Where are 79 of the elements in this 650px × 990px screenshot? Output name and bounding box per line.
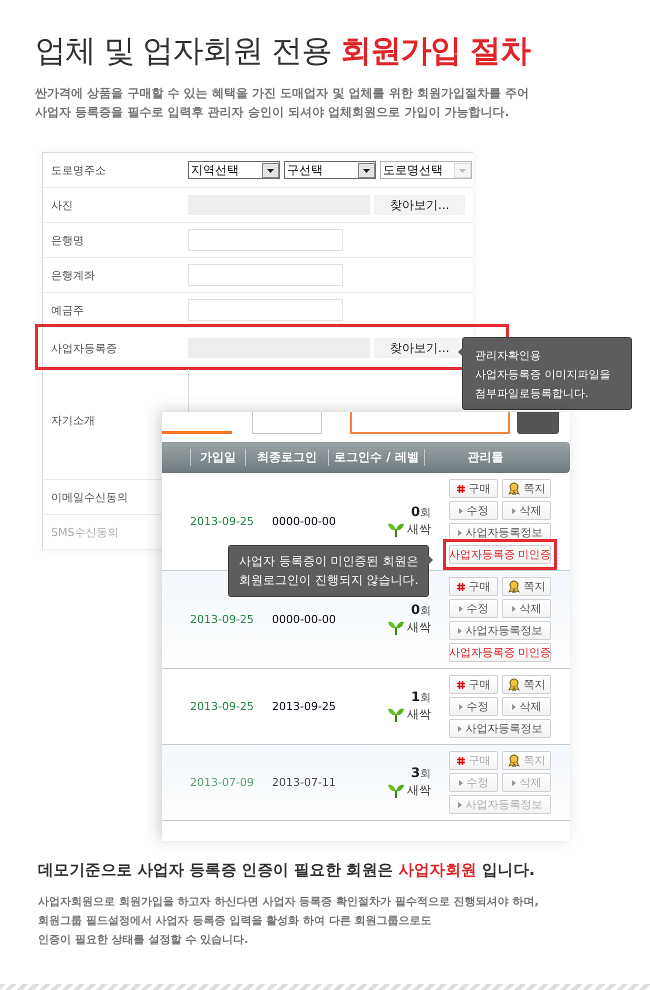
bullet-icon [458,606,462,612]
ribbon-icon [508,482,520,495]
summary-text: 사업자회원으로 회원가입을 하고자 하신다면 사업자 등록증 확인절차가 필수적으로 진행되셔야 하며, 회원그룹 필드설정에서 사업자 등록증 입력을 활성화 하여 다른 회원그룹으로도 인증이 필요한 상태를 설정할 수 있습니다. [38,894,539,948]
field-label: 사업자등록증 [50,340,118,356]
browse-button[interactable]: 찾아보기... [374,338,466,358]
buy-button[interactable]: 구매 [449,577,498,596]
join-date: 2013-09-25 [190,700,255,713]
field-label: 이메일수신동의 [50,490,129,504]
page-title: 업체 및 업자회원 전용 회원가입 절차 [34,32,532,71]
column-header: 최종로그인 [245,449,328,466]
login-count: 3회 [410,766,431,781]
member-level: 새싹 [407,706,431,722]
ribbon-icon [508,754,520,767]
join-date: 2013-07-09 [190,776,255,789]
unverified-button[interactable]: 사업자등록증 미인증 [449,643,551,662]
bullet-icon [458,726,462,732]
bullet-icon [512,508,516,514]
field-label: 은행명 [50,232,85,248]
buy-button[interactable]: 구매 [449,675,498,694]
last-login-date: 0000-00-00 [272,515,337,528]
text-input[interactable] [188,299,343,321]
business-info-button[interactable]: 사업자등록정보 [449,621,551,640]
edit-button[interactable]: 수정 [449,501,498,520]
edit-button[interactable]: 수정 [449,599,498,618]
member-level: 새싹 [407,782,431,798]
bullet-icon [458,802,462,808]
last-login-date: 0000-00-00 [272,613,337,626]
message-button[interactable]: 쪽지 [502,479,551,498]
hash-icon [456,582,464,590]
message-button[interactable]: 쪽지 [502,675,551,694]
select-dropdown[interactable]: 지역선택 [188,161,280,179]
summary-heading: 데모기준으로 사업자 등록증 인증이 필요한 회원은 사업자회원 입니다. [38,860,535,881]
member-level: 새싹 [407,520,431,538]
login-count: 0회 [410,505,431,520]
field-label: 사진 [50,198,74,212]
last-login-date: 2013-07-11 [272,776,337,789]
intro-text: 싼가격에 상품을 구매할 수 있는 혜택을 가진 도매업자 및 업체를 위한 회원가입절차를 주어 사업자 등록증을 필수로 입력후 관리자 승인이 되셔야 업체회원으로 가입이 가능합니다. [35,85,530,121]
field-label: SMS수신동의 [50,524,120,540]
login-count: 1회 [410,690,431,705]
select-dropdown[interactable]: 구선택 [284,161,376,179]
buy-button[interactable]: 구매 [449,479,498,498]
column-header: 로그인수 / 레벨 [328,449,424,466]
bullet-icon [458,530,462,536]
ribbon-icon [508,580,520,593]
member-level: 새싹 [407,618,431,636]
bullet-icon [458,704,462,710]
bullet-icon [458,780,462,786]
delete-button[interactable]: 삭제 [502,501,551,520]
field-label: 은행계좌 [50,268,96,282]
delete-button[interactable]: 삭제 [502,599,551,618]
ribbon-icon [508,678,520,691]
column-header: 가입일 [190,449,245,466]
field-label: 자기소개 [50,413,96,428]
bullet-icon [512,606,516,612]
bullet-icon [512,704,516,710]
select-dropdown[interactable] [252,412,322,434]
column-header: 관리툴 [424,449,546,466]
search-button[interactable] [517,412,559,434]
last-login-date: 2013-09-25 [272,700,337,713]
hash-icon [456,756,464,764]
text-input[interactable] [188,229,343,251]
delete-button[interactable]: 삭제 [502,697,551,716]
field-label: 도로명주소 [50,162,107,178]
hash-icon [456,484,464,492]
join-date: 2013-09-25 [190,613,255,626]
message-button[interactable]: 쪽지 [502,577,551,596]
bullet-icon [458,508,462,514]
field-label: 예금주 [50,302,85,318]
join-date: 2013-09-25 [190,515,255,528]
edit-button[interactable]: 수정 [449,697,498,716]
search-field[interactable] [350,412,510,434]
business-info-button[interactable]: 사업자등록정보 [449,719,551,738]
bullet-icon [458,628,462,634]
text-input[interactable] [188,264,343,286]
login-count: 0회 [410,603,431,618]
hash-icon [456,680,464,688]
unverified-button[interactable]: 사업자등록증 미인증 [449,545,551,564]
browse-button[interactable]: 찾아보기... [374,195,466,215]
bullet-icon [512,780,516,786]
